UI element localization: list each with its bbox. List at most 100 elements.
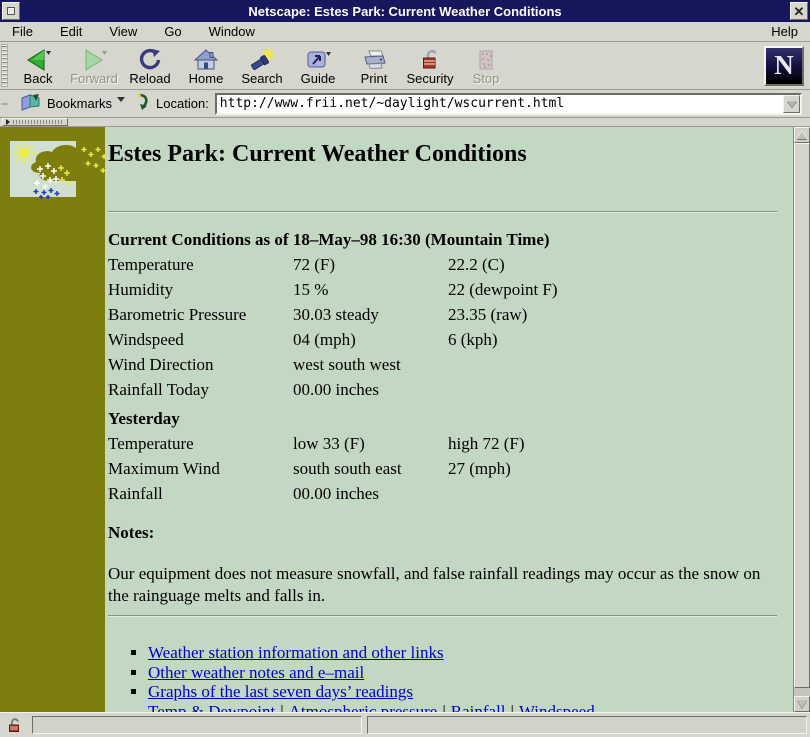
scrollbar-trough[interactable] [794,688,810,696]
row-value: 30.03 steady [293,305,379,324]
row-label: Windspeed [108,330,184,349]
netscape-logo[interactable]: N [764,45,804,86]
location-icon[interactable] [135,93,151,114]
print-button[interactable]: Print [346,42,402,89]
link-station-info[interactable]: Weather station information and other li… [148,643,444,663]
table-row: Windspeed 04 (mph) 6 (kph) [108,327,777,352]
expand-arrow-icon [6,119,10,125]
menu-go[interactable]: Go [164,24,181,39]
toolbar-grip[interactable] [1,44,8,87]
separator: | [442,701,446,713]
forward-label: Forward [70,70,118,86]
list-item: Other weather notes and e–mail [108,663,777,683]
table-row: Rainfall Today 00.00 inches [108,377,777,402]
status-message-panel [32,716,362,734]
print-icon [361,46,387,72]
scroll-down-button[interactable] [794,696,810,712]
divider [108,615,777,617]
menu-window[interactable]: Window [209,24,255,39]
window-close-button[interactable]: ✕ [790,2,808,20]
table-row: Humidity 15 % 22 (dewpoint F) [108,277,777,302]
page-content: Estes Park: Current Weather Conditions C… [105,127,793,712]
bookmarks-button[interactable]: Bookmarks [16,92,129,115]
status-bar [0,712,810,737]
row-label: Temperature [108,255,194,274]
row-value: 04 (mph) [293,330,356,349]
toolbar-collapse-tab[interactable] [2,118,68,126]
location-bar-grip[interactable] [1,102,8,105]
search-label: Search [241,70,283,86]
reload-icon [137,46,163,72]
scroll-up-button[interactable] [794,127,810,143]
link-atmospheric-pressure[interactable]: Atmospheric pressure [289,702,438,713]
vertical-scrollbar [793,127,810,712]
list-bullet [131,650,136,656]
scrollbar-thumb[interactable] [794,143,810,688]
forward-icon [80,46,108,72]
progress-panel [367,716,807,734]
notes-header: Notes: [108,523,155,542]
security-status-button[interactable] [3,716,27,735]
row-label: Humidity [108,280,174,299]
reload-button[interactable]: Reload [122,42,178,89]
close-icon: ✕ [793,3,805,19]
table-row: Rainfall 00.00 inches [108,481,777,506]
divider [108,211,777,213]
graph-links-row: Temp & Dewpoint | Atmospheric pressure | Rai… [148,702,777,713]
separator: | [280,701,284,713]
location-dropdown-button[interactable] [783,94,800,113]
olive-sidebar [0,127,105,712]
home-button[interactable]: Home [178,42,234,89]
print-label: Print [360,70,388,86]
row-value: low 33 (F) [293,434,365,453]
security-button[interactable]: Security [402,42,458,89]
netscape-window: Netscape: Estes Park: Current Weather Co… [0,0,810,737]
search-icon [248,46,276,72]
link-temp-dewpoint[interactable]: Temp & Dewpoint [148,702,275,713]
window-title: Netscape: Estes Park: Current Weather Co… [248,3,562,19]
location-input[interactable] [216,94,783,113]
location-bar: Bookmarks Location: [0,90,810,118]
row-label: Maximum Wind [108,459,220,478]
menu-view[interactable]: View [109,24,137,39]
row-value: 27 (mph) [448,459,511,478]
table-row: Wind Direction west south west [108,352,777,377]
scroll-down-icon [797,700,807,708]
yesterday-table: Temperature low 33 (F) high 72 (F) Maxim… [108,431,777,506]
search-button[interactable]: Search [234,42,290,89]
row-value: 23.35 (raw) [448,305,528,324]
window-menu-icon [7,7,15,15]
bookmarks-icon [20,93,42,114]
back-label: Back [23,70,53,86]
row-label: Rainfall Today [108,380,209,399]
list-item: Weather station information and other li… [108,643,777,663]
row-label: Rainfall [108,484,163,503]
titlebar: Netscape: Estes Park: Current Weather Co… [0,0,810,22]
table-row: Temperature low 33 (F) high 72 (F) [108,431,777,456]
row-label: Wind Direction [108,355,214,374]
stop-button[interactable]: Stop [458,42,514,89]
row-value: 15 % [293,280,329,299]
row-value [448,481,777,506]
menubar: File Edit View Go Window Help [0,22,810,42]
row-value: 00.00 inches [293,484,379,503]
menu-file[interactable]: File [12,24,33,39]
stop-label: Stop [472,70,500,86]
guide-button[interactable]: Guide [290,42,346,89]
link-graphs[interactable]: Graphs of the last seven days’ readings [148,682,413,702]
row-value: 72 (F) [293,255,336,274]
back-button[interactable]: Back [10,42,66,89]
link-weather-notes[interactable]: Other weather notes and e–mail [148,663,364,683]
location-field [214,92,802,115]
outer-yellow-sparkles [81,147,107,173]
menu-help[interactable]: Help [771,24,798,39]
forward-button[interactable]: Forward [66,42,122,89]
window-menu-button[interactable] [2,2,20,20]
row-value [448,377,777,402]
table-row: Temperature 72 (F) 22.2 (C) [108,252,777,277]
menu-edit[interactable]: Edit [60,24,82,39]
separator: | [510,701,514,713]
link-rainfall[interactable]: Rainfall [451,702,506,713]
link-windspeed[interactable]: Windspeed [519,702,595,713]
guide-icon [304,46,332,72]
